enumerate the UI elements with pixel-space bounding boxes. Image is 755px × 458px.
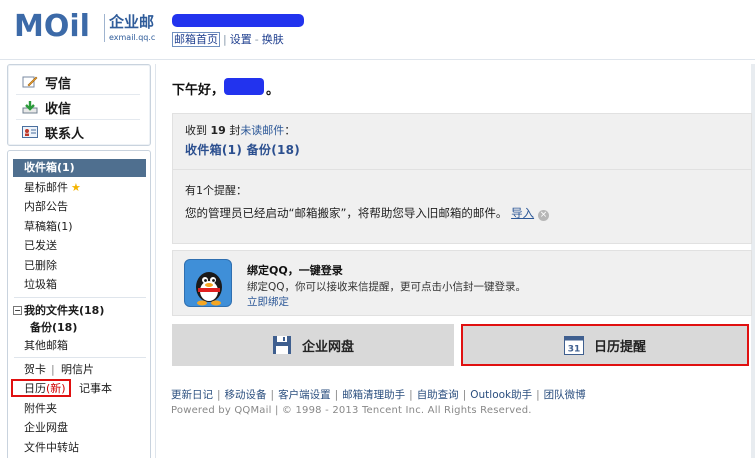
netdisk-button[interactable]: 企业网盘 [172,324,454,366]
calendar-icon-number: 31 [568,345,581,355]
divider [16,119,140,120]
separator: | [223,33,227,46]
redacted-name [224,78,264,95]
floppy-icon [272,335,292,355]
footer-link-weibo[interactable]: 团队微博 [544,389,586,401]
nav-spam[interactable]: 垃圾箱 [24,278,57,292]
greeting: 下午好， [172,83,225,98]
nav-backup[interactable]: 备份(18) [30,321,77,335]
nav-notes[interactable]: 记事本 [79,382,112,396]
mailbox-home-link[interactable]: 邮箱首页 [172,32,220,47]
reminder-message: 您的管理员已经启动“邮箱搬家”，将帮助您导入旧邮箱的邮件。 导入 × [185,205,550,221]
download-icon [22,100,38,114]
sidebar-nav: 收件箱(1) 星标邮件 ★ 内部公告 草稿箱(1) 已发送 已删除 垃圾箱 − 我的… [7,150,151,458]
separator: | [217,389,221,401]
divider [14,297,146,298]
contacts-label: 联系人 [45,126,85,142]
netdisk-label: 企业网盘 [301,339,354,355]
footer-link-cleanup[interactable]: 邮箱清理助手 [342,389,405,401]
qq-bind-description: 绑定QQ，你可以接收来信提醒，更可点击小信封一键登录。 [247,281,527,293]
nav-starred-label: 星标邮件 [24,181,68,194]
nav-calendar[interactable]: 日历(新) [24,382,66,396]
nav-greeting-card[interactable]: 贺卡 [24,363,46,377]
footer-link-outlook[interactable]: Outlook助手 [470,389,532,401]
folder-counts-links[interactable]: 收件箱(1) 备份(18) [185,141,300,158]
nav-calendar-label: 日历 [24,382,46,395]
nav-inbox[interactable]: 收件箱(1) [13,159,146,177]
collapse-icon[interactable]: − [13,306,22,315]
footer-link-client-settings[interactable]: 客户端设置 [278,389,331,401]
receive-button[interactable]: 收信 [22,96,71,118]
write-label: 写信 [45,76,72,92]
received-prefix: 收到 [185,124,207,137]
separator: | [409,389,413,401]
received-middle: 封 [229,124,241,137]
new-badge: (新) [46,382,66,395]
nav-attachments[interactable]: 附件夹 [24,402,57,416]
copyright: Powered by QQMail | © 1998 - 2013 Tencen… [171,405,532,416]
footer-links: 更新日记 | 移动设备 | 客户端设置 | 邮箱清理助手 | 自助查询 | Outlook助手 | 团队… [171,387,586,402]
separator: | [462,389,467,401]
received-suffix: ： [284,124,296,137]
nav-netdisk[interactable]: 企业网盘 [24,421,68,435]
received-summary: 收到 19 封未读邮件： [185,122,295,138]
footer-link-self-service[interactable]: 自助查询 [417,389,459,401]
footer-link-changelog[interactable]: 更新日记 [171,389,213,401]
nav-other-mailbox[interactable]: 其他邮箱 [24,339,68,353]
settings-link[interactable]: 设置 [230,33,252,46]
redacted-account [172,14,304,27]
contact-card-icon [22,125,38,139]
logo-cn-text: 企业邮 [109,13,155,31]
reminder-text: 您的管理员已经启动“邮箱搬家”，将帮助您导入旧邮箱的邮件。 [185,206,508,220]
calendar-reminder-label: 日历提醒 [593,339,646,355]
separator: | [51,363,55,376]
nav-deleted[interactable]: 已删除 [24,259,57,273]
nav-my-folders-label: 我的文件夹(18) [24,304,105,317]
nav-sent[interactable]: 已发送 [24,239,57,253]
logo-text: MOil [14,9,90,44]
calendar-icon: 31 [563,335,584,355]
greeting-end: 。 [266,83,280,98]
separator: | [536,389,540,401]
separator: - [254,33,259,46]
nav-internal[interactable]: 内部公告 [24,200,68,214]
nav-file-transfer[interactable]: 文件中转站 [24,441,79,455]
import-link[interactable]: 导入 [511,206,534,220]
receive-label: 收信 [45,101,72,117]
nav-my-folders[interactable]: − 我的文件夹(18) [13,304,104,318]
header-links: 邮箱首页 | 设置 - 换肤 [172,31,284,47]
divider [14,357,146,358]
nav-drafts[interactable]: 草稿箱(1) [24,220,73,234]
reminder-count: 有1个提醒： [185,184,247,197]
logo-separator [104,14,105,42]
close-icon[interactable]: × [538,210,550,221]
pencil-icon [22,75,38,89]
separator: | [270,389,275,401]
write-button[interactable]: 写信 [22,71,71,93]
skin-link[interactable]: 换肤 [262,33,284,46]
unread-count: 19 [210,124,226,137]
logo-url-text: exmail.qq.c [109,33,156,42]
footer-link-mobile[interactable]: 移动设备 [225,389,267,401]
calendar-reminder-button[interactable]: 31 日历提醒 [461,324,749,366]
qq-bind-title: 绑定QQ，一键登录 [247,264,343,277]
divider [172,169,752,170]
qq-penguin-icon [184,259,232,307]
separator: | [334,389,339,401]
sidebar-actions: 写信 收信 联系人 [7,64,151,146]
unread-mail-link[interactable]: 未读邮件 [240,124,284,137]
nav-postcard[interactable]: 明信片 [61,363,94,377]
bind-now-link[interactable]: 立即绑定 [247,294,289,309]
contacts-button[interactable]: 联系人 [22,121,84,143]
nav-starred[interactable]: 星标邮件 ★ [24,181,81,195]
divider [16,94,140,95]
star-icon: ★ [71,181,81,194]
